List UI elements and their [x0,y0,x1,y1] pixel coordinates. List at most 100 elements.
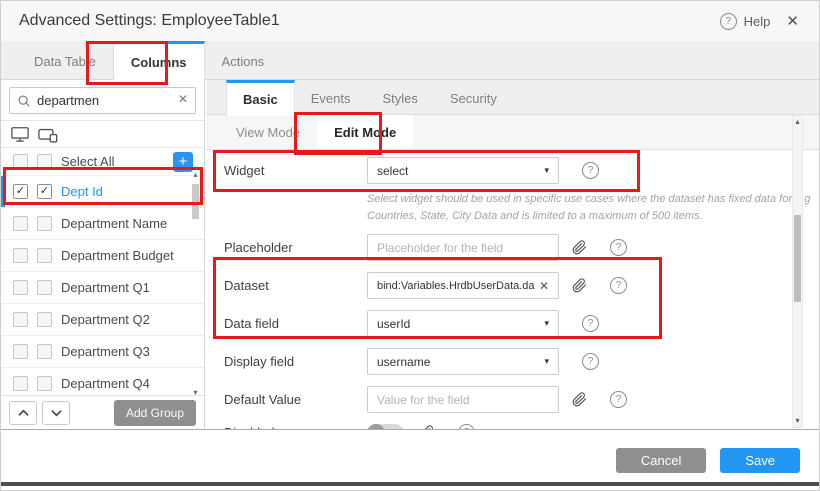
tab-view-mode[interactable]: View Mode [219,115,317,149]
column-list: Select All + ✓ ✓ Dept Id Department Name… [1,148,204,400]
column-search: ✕ [1,80,204,121]
tab-events[interactable]: Events [295,80,367,114]
scroll-up-icon[interactable]: ▴ [191,171,200,179]
list-item-label: Department Q2 [61,312,150,327]
data-field-label: Data field [224,316,367,331]
list-item-dept-id[interactable]: ✓ ✓ Dept Id [1,176,204,208]
display-field-select[interactable]: username ▾ [367,348,559,375]
widget-helper-text: Select widget should be used in specific… [367,191,819,224]
help-icon[interactable]: ? [610,277,627,294]
list-item[interactable]: Department Name [1,208,204,240]
bind-link-icon[interactable] [572,278,587,293]
list-item[interactable]: Department Q3 [1,336,204,368]
widget-select-value: select [377,164,408,178]
checkbox-edit[interactable] [37,154,52,169]
clear-binding-icon[interactable]: ✕ [535,279,549,293]
widget-select[interactable]: select ▾ [367,157,559,184]
move-up-button[interactable] [9,401,37,425]
dataset-label: Dataset [224,278,367,293]
tab-basic[interactable]: Basic [226,80,295,116]
checkbox-edit[interactable]: ✓ [37,184,52,199]
checkbox-view[interactable] [13,216,28,231]
display-field-row: Display field username ▾ ? [224,348,819,375]
placeholder-input[interactable] [367,234,559,261]
checkbox-view[interactable] [13,344,28,359]
scroll-down-icon[interactable]: ▾ [793,416,802,426]
checkbox-view[interactable]: ✓ [13,184,28,199]
cancel-button[interactable]: Cancel [616,448,706,473]
widget-row: Widget select ▾ ? [224,157,819,184]
list-item[interactable]: Department Q2 [1,304,204,336]
close-icon[interactable]: ✕ [786,12,799,30]
search-icon [17,94,31,113]
help-icon[interactable]: ? [610,239,627,256]
move-down-button[interactable] [42,401,70,425]
default-value-input[interactable] [367,386,559,413]
list-item[interactable]: Department Budget [1,240,204,272]
edit-mode-form: Widget select ▾ ? Select widget should b… [206,150,819,429]
advanced-settings-dialog: Advanced Settings: EmployeeTable1 ? Help… [0,0,820,491]
default-value-label: Default Value [224,392,367,407]
device-toggle-row [1,121,204,148]
help-icon[interactable]: ? [610,391,627,408]
column-settings-panel: Basic Events Styles Security View Mode E… [206,80,819,429]
checkbox-view[interactable] [13,376,28,391]
scroll-up-icon[interactable]: ▴ [793,117,802,127]
selected-indicator [1,176,5,207]
data-field-row: Data field userId ▾ ? [224,310,819,337]
scrollbar-thumb[interactable] [794,215,801,302]
checkbox-edit[interactable] [37,344,52,359]
top-tab-bar: Data Table Columns Actions [1,41,819,80]
list-item[interactable]: Department Q1 [1,272,204,304]
bind-link-icon[interactable] [572,392,587,407]
checkbox-edit[interactable] [37,216,52,231]
tab-edit-mode[interactable]: Edit Mode [317,115,413,149]
search-clear-icon[interactable]: ✕ [178,92,188,106]
checkbox-edit[interactable] [37,248,52,263]
help-icon[interactable]: ? [720,13,737,30]
list-item-label: Department Budget [61,248,174,263]
tablet-mobile-icon[interactable] [38,127,58,143]
columns-sidebar: ✕ Select All + ✓ ✓ Dept Id [1,80,205,429]
add-group-button[interactable]: Add Group [114,400,196,426]
list-item-label: Department Q4 [61,376,150,391]
checkbox-view[interactable] [13,312,28,327]
chevron-down-icon: ▾ [544,165,549,176]
tab-actions[interactable]: Actions [205,41,282,79]
tab-data-table[interactable]: Data Table [17,41,113,79]
checkbox-view[interactable] [13,280,28,295]
data-field-select[interactable]: userId ▾ [367,310,559,337]
tab-styles[interactable]: Styles [366,80,433,114]
panel-scrollbar[interactable]: ▴ ▾ [792,115,803,428]
placeholder-label: Placeholder [224,240,367,255]
bind-link-icon[interactable] [572,240,587,255]
sidebar-scrollbar[interactable]: ▴ ▾ [191,171,200,397]
disabled-row: Disabled ? [224,419,819,429]
scrollbar-thumb[interactable] [192,184,199,219]
mode-tab-bar: View Mode Edit Mode [206,115,819,150]
help-icon[interactable]: ? [582,353,599,370]
checkbox-view[interactable] [13,248,28,263]
display-field-value: username [377,355,430,369]
checkbox-edit[interactable] [37,280,52,295]
add-column-button[interactable]: + [173,152,193,172]
widget-label: Widget [224,163,367,178]
chevron-down-icon: ▾ [544,356,549,367]
list-item-label: Dept Id [61,184,103,199]
search-input[interactable] [9,87,196,114]
dataset-input[interactable]: bind:Variables.HrdbUserData.dataSet ✕ [367,272,559,299]
help-link[interactable]: Help [744,14,771,29]
display-field-label: Display field [224,354,367,369]
tab-columns[interactable]: Columns [113,41,205,81]
checkbox-edit[interactable] [37,312,52,327]
save-button[interactable]: Save [720,448,800,473]
tab-security[interactable]: Security [434,80,513,114]
list-item-label: Department Name [61,216,167,231]
checkbox-view[interactable] [13,154,28,169]
select-all-row[interactable]: Select All + [1,148,204,176]
help-icon[interactable]: ? [582,162,599,179]
checkbox-edit[interactable] [37,376,52,391]
help-icon[interactable]: ? [582,315,599,332]
desktop-icon[interactable] [11,126,29,143]
dialog-title: Advanced Settings: EmployeeTable1 [19,12,280,30]
